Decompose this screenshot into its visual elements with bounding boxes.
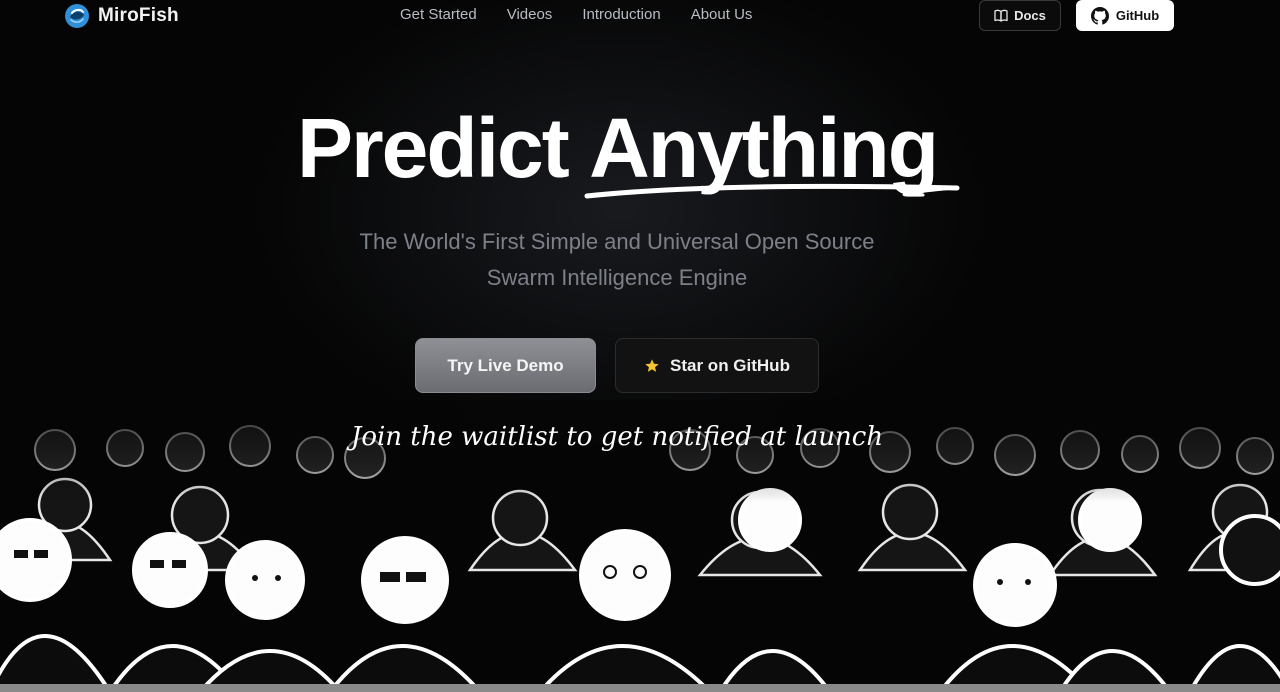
github-button[interactable]: GitHub <box>1076 0 1174 31</box>
nav-videos[interactable]: Videos <box>492 6 568 24</box>
nav-introduction[interactable]: Introduction <box>567 6 675 24</box>
top-navbar: MiroFish Get Started Videos Introduction… <box>0 0 1280 36</box>
github-icon <box>1090 6 1109 25</box>
nav-get-started[interactable]: Get Started <box>385 6 492 24</box>
github-label: GitHub <box>1115 8 1160 23</box>
bottom-scroll-edge <box>0 684 1280 692</box>
hero-title-predict: Predict <box>296 101 570 195</box>
demo-label: Try Live Demo <box>447 355 564 375</box>
brand-logo[interactable]: MiroFish <box>64 3 179 29</box>
brand-name: MiroFish <box>98 5 179 26</box>
docs-button[interactable]: Docs <box>979 0 1061 31</box>
fish-logo-icon <box>65 4 89 28</box>
waitlist-text: Join the waitlist to get notified at lau… <box>350 422 884 452</box>
try-live-demo-button[interactable]: Try Live Demo <box>415 338 596 393</box>
star-icon <box>645 358 659 372</box>
book-icon <box>994 9 1008 22</box>
subtitle-line-2: Swarm Intelligence Engine <box>486 265 748 290</box>
main-nav: Get Started Videos Introduction About Us <box>385 6 767 24</box>
star-label: Star on GitHub <box>670 355 790 375</box>
docs-label: Docs <box>1014 8 1046 23</box>
star-on-github-button[interactable]: Star on GitHub <box>615 338 819 393</box>
underline-scribble <box>584 183 960 199</box>
subtitle-line-1: The World's First Simple and Universal O… <box>359 229 875 254</box>
nav-about-us[interactable]: About Us <box>676 6 768 24</box>
hero-subtitle: The World's First Simple and Universal O… <box>0 224 1234 296</box>
